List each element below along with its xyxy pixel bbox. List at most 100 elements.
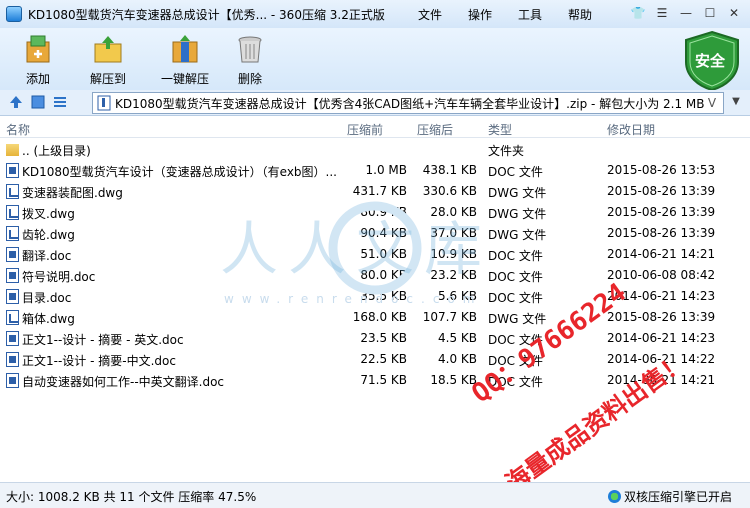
file-type: DOC 文件 xyxy=(488,249,543,263)
column-name[interactable]: 名称 xyxy=(6,121,30,138)
maximize-button[interactable]: ☐ xyxy=(700,4,720,22)
menu-help[interactable]: 帮助 xyxy=(568,6,592,23)
window-controls: 👕 ☰ — ☐ ✕ xyxy=(628,4,744,22)
file-name: .. (上级目录) xyxy=(22,144,91,158)
app-logo-icon xyxy=(6,6,22,22)
file-type: DWG 文件 xyxy=(488,228,547,242)
menu-file[interactable]: 文件 xyxy=(418,6,442,23)
address-bar[interactable]: KD1080型载货汽车变速器总成设计【优秀含4张CAD图纸+汽车车辆全套毕业设计… xyxy=(92,92,724,114)
file-row[interactable]: KD1080型载货汽车设计（变速器总成设计）（有exb图）... 1.0 MB 43… xyxy=(0,160,750,181)
file-size: 80.0 KB xyxy=(360,268,407,282)
dwg-file-icon xyxy=(6,184,19,199)
up-level-icon[interactable] xyxy=(8,94,24,110)
archive-summary: 大小: 1008.2 KB 共 11 个文件 压缩率 47.5% xyxy=(6,490,257,504)
doc-file-icon xyxy=(6,268,19,283)
doc-file-icon xyxy=(6,373,19,388)
column-compressed-size[interactable]: 压缩后 xyxy=(417,121,453,138)
file-compressed-size: 28.0 KB xyxy=(430,205,477,219)
trash-icon xyxy=(233,32,267,66)
file-compressed-size: 23.2 KB xyxy=(430,268,477,282)
folder-icon xyxy=(6,144,19,156)
one-click-extract-icon xyxy=(168,32,202,66)
one-click-extract-button[interactable]: 一键解压 xyxy=(148,30,222,88)
delete-label: 删除 xyxy=(237,72,262,86)
file-type: DWG 文件 xyxy=(488,207,547,221)
file-date: 2014-06-21 14:21 xyxy=(607,247,716,261)
column-size[interactable]: 压缩前 xyxy=(347,121,383,138)
address-history-dropdown[interactable]: ▼ xyxy=(728,96,744,110)
file-size: 22.5 KB xyxy=(360,352,407,366)
file-type: DOC 文件 xyxy=(488,165,543,179)
toolbar: 添加 解压到 一键解压 删除 安全 xyxy=(0,28,750,92)
doc-file-icon xyxy=(6,247,19,262)
extract-to-button[interactable]: 解压到 xyxy=(76,30,140,88)
dwg-file-icon xyxy=(6,205,19,220)
watermark-url: www.renrendoc.com xyxy=(224,292,483,306)
file-date: 2014-06-21 14:23 xyxy=(607,331,716,345)
file-type: DWG 文件 xyxy=(488,186,547,200)
add-archive-icon xyxy=(21,32,55,66)
dual-core-engine-icon xyxy=(607,490,621,503)
one-click-extract-label: 一键解压 xyxy=(160,72,209,86)
list-view-icon[interactable] xyxy=(52,94,68,110)
file-date: 2015-08-26 13:39 xyxy=(607,184,716,198)
file-row[interactable]: 符号说明.doc 80.0 KB 23.2 KB DOC 文件 2010-06-08 0… xyxy=(0,265,750,286)
column-header: 名称 压缩前 压缩后 类型 修改日期 xyxy=(0,118,750,138)
file-name: KD1080型载货汽车设计（变速器总成设计）（有exb图）... xyxy=(22,165,337,179)
archive-path: KD1080型载货汽车变速器总成设计【优秀含4张CAD图纸+汽车车辆全套毕业设计… xyxy=(115,96,705,111)
file-name: 箱体.dwg xyxy=(22,312,75,326)
main-menu-icon[interactable]: ☰ xyxy=(652,4,672,22)
window-title: KD1080型载货汽车变速器总成设计【优秀... - 360压缩 3.2正式版 xyxy=(28,7,385,22)
file-size: 1.0 MB xyxy=(365,163,407,177)
file-name: 正文1--设计 - 摘要-中文.doc xyxy=(22,354,176,368)
file-date: 2010-06-08 08:42 xyxy=(607,268,716,282)
file-row[interactable]: 变速器装配图.dwg 431.7 KB 330.6 KB DWG 文件 2015-08-… xyxy=(0,181,750,202)
status-bar: 大小: 1008.2 KB 共 11 个文件 压缩率 47.5% 双核压缩引擎已… xyxy=(0,482,750,508)
menu-operation[interactable]: 操作 xyxy=(468,6,492,23)
file-row[interactable]: 齿轮.dwg 90.4 KB 37.0 KB DWG 文件 2015-08-26 13:… xyxy=(0,223,750,244)
file-date: 2015-08-26 13:39 xyxy=(607,310,716,324)
file-name: 变速器装配图.dwg xyxy=(22,186,123,200)
add-button[interactable]: 添加 xyxy=(6,30,70,88)
skin-icon[interactable]: 👕 xyxy=(628,4,648,22)
title-bar: KD1080型载货汽车变速器总成设计【优秀... - 360压缩 3.2正式版 … xyxy=(0,0,750,28)
dwg-file-icon xyxy=(6,226,19,241)
file-size: 168.0 KB xyxy=(352,310,407,324)
address-row: KD1080型载货汽车变速器总成设计【优秀含4张CAD图纸+汽车车辆全套毕业设计… xyxy=(0,90,750,116)
file-compressed-size: 37.0 KB xyxy=(430,226,477,240)
delete-button[interactable]: 删除 xyxy=(218,30,282,88)
file-type: DOC 文件 xyxy=(488,270,543,284)
file-row[interactable]: 箱体.dwg 168.0 KB 107.7 KB DWG 文件 2015-08-26 1… xyxy=(0,307,750,328)
file-type: 文件夹 xyxy=(488,144,525,158)
column-modified[interactable]: 修改日期 xyxy=(607,121,655,138)
column-type[interactable]: 类型 xyxy=(488,121,512,138)
address-dropdown-button[interactable]: V xyxy=(701,93,723,113)
add-label: 添加 xyxy=(25,72,50,86)
dwg-file-icon xyxy=(6,310,19,325)
file-row[interactable]: 翻译.doc 51.0 KB 10.9 KB DOC 文件 2014-06-21 14:… xyxy=(0,244,750,265)
doc-file-icon xyxy=(6,163,19,178)
file-size: 431.7 KB xyxy=(352,184,407,198)
doc-file-icon xyxy=(6,352,19,367)
file-row[interactable]: 正文1--设计 - 摘要 - 英文.doc 23.5 KB 4.5 KB DOC 文件… xyxy=(0,328,750,349)
menu-tools[interactable]: 工具 xyxy=(518,6,542,23)
file-compressed-size: 330.6 KB xyxy=(422,184,477,198)
file-row[interactable]: 拨叉.dwg 80.9 KB 28.0 KB DWG 文件 2015-08-26 13:… xyxy=(0,202,750,223)
extract-to-label: 解压到 xyxy=(89,72,126,86)
security-shield[interactable]: 安全 xyxy=(682,30,742,92)
file-name: 齿轮.dwg xyxy=(22,228,75,242)
file-size: 80.9 KB xyxy=(360,205,407,219)
file-compressed-size: 438.1 KB xyxy=(422,163,477,177)
file-size: 90.4 KB xyxy=(360,226,407,240)
file-name: 符号说明.doc xyxy=(22,270,96,284)
minimize-button[interactable]: — xyxy=(676,4,696,22)
file-row[interactable]: .. (上级目录) 文件夹 xyxy=(0,139,750,160)
file-date: 2015-08-26 13:39 xyxy=(607,226,716,240)
file-name: 正文1--设计 - 摘要 - 英文.doc xyxy=(22,333,184,347)
engine-status[interactable]: 双核压缩引擎已开启 xyxy=(607,488,732,505)
file-compressed-size: 4.5 KB xyxy=(438,331,477,345)
zip-file-icon xyxy=(97,95,111,111)
close-button[interactable]: ✕ xyxy=(724,4,744,22)
file-name: 拨叉.dwg xyxy=(22,207,75,221)
thumbnail-view-icon[interactable] xyxy=(30,94,46,110)
